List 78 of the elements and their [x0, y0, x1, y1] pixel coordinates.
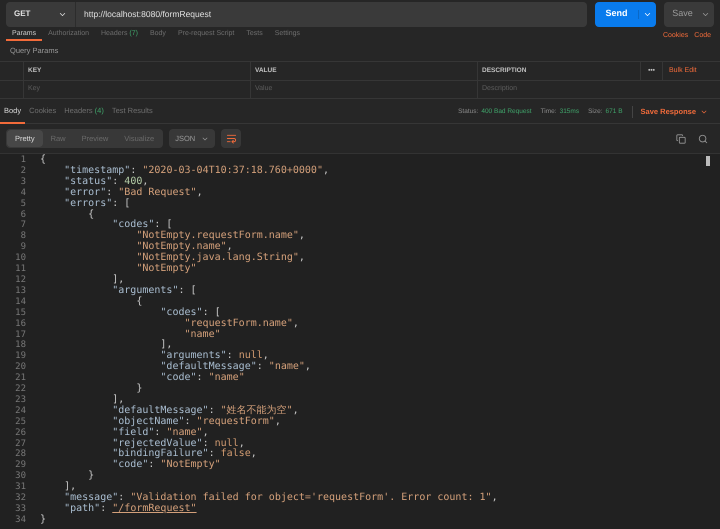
code-line: "NotEmpty"	[135, 264, 197, 275]
code-line: {	[135, 296, 142, 308]
line-number: 20	[14, 362, 27, 373]
code-line: "NotEmpty.requestForm.name",	[135, 231, 305, 242]
code-line: {	[87, 210, 94, 220]
line-number: 34	[14, 514, 27, 526]
wrap-icon	[226, 133, 237, 144]
code-line: "errors": [	[63, 198, 130, 209]
line-number: 13	[14, 286, 27, 297]
code-line: "status": 400,	[63, 176, 148, 187]
line-number: 2	[20, 166, 27, 177]
line-number: 32	[14, 493, 27, 504]
line-number: 19	[14, 351, 27, 362]
code-line: "objectName": "requestForm",	[111, 416, 281, 427]
line-number: 23	[14, 394, 27, 406]
code-line: "NotEmpty.name",	[135, 242, 233, 252]
code-line: "codes": [	[111, 220, 172, 230]
code-line: "code": "name"	[159, 373, 245, 384]
code-line: }	[87, 471, 94, 482]
line-number: 15	[14, 308, 27, 319]
line-number: 33	[14, 504, 27, 515]
line-number: 1	[20, 155, 27, 166]
line-number: 29	[14, 460, 27, 471]
code-line: "timestamp": "2020-03-04T10:37:18.760+0000",	[63, 166, 330, 176]
code-line: "name"	[183, 330, 221, 340]
line-number: 4	[20, 188, 27, 199]
url-field[interactable]: http://localhost:8080/formRequest	[76, 2, 587, 26]
code-line: ],	[159, 340, 172, 350]
code-line: "code": "NotEmpty"	[111, 460, 221, 472]
line-number: 31	[14, 482, 27, 493]
code-line: }	[39, 514, 46, 526]
line-number: 22	[14, 384, 27, 395]
line-number: 9	[20, 242, 27, 253]
code-line: "bindingFailure": false,	[111, 449, 257, 460]
save-button[interactable]: Save	[664, 2, 714, 26]
code-line: "message": "Validation failed for object='requestForm'. Error count: 1",	[63, 493, 498, 504]
line-number: 16	[14, 318, 27, 330]
line-number: 14	[14, 296, 27, 308]
code-line: ],	[63, 482, 76, 492]
caret-icon	[700, 108, 708, 116]
code-line: ],	[111, 274, 124, 286]
scrollbar-thumb	[706, 156, 710, 166]
code-line: "arguments": null,	[159, 351, 269, 362]
code-line: "defaultMessage": "name",	[159, 362, 311, 372]
line-number: 6	[20, 210, 27, 220]
line-number: 26	[14, 428, 27, 439]
line-number: 5	[20, 198, 27, 210]
code-line: "arguments": [	[111, 286, 197, 296]
line-number: 24	[14, 406, 27, 417]
code-line: "error": "Bad Request",	[63, 188, 203, 198]
line-number: 8	[20, 231, 27, 242]
code-line: "codes": [	[159, 308, 221, 318]
code-line: "NotEmpty.java.lang.String",	[135, 253, 305, 264]
code-line: }	[135, 384, 142, 395]
line-number: 28	[14, 449, 27, 460]
line-number: 11	[14, 264, 27, 275]
line-number: 30	[14, 471, 27, 482]
send-button[interactable]: Send	[595, 2, 656, 26]
line-number: 10	[14, 253, 27, 264]
code-line: {	[39, 155, 46, 166]
line-number: 17	[14, 330, 27, 340]
line-number: 25	[14, 416, 27, 428]
code-line: "rejectedValue": null,	[111, 438, 245, 449]
code-line: "field": "name",	[111, 428, 209, 438]
code-line: "requestForm.name",	[183, 318, 299, 329]
code-line: "path": "/formRequest"	[63, 504, 197, 515]
line-number: 27	[14, 438, 27, 449]
code-line: ],	[111, 394, 124, 405]
line-number: 7	[20, 220, 27, 231]
wrap-button[interactable]	[221, 129, 242, 148]
copy-icon[interactable]	[676, 134, 686, 144]
search-icon[interactable]	[698, 134, 708, 144]
method-dropdown[interactable]: GET	[6, 2, 76, 26]
line-number: 12	[14, 274, 27, 286]
line-number: 21	[14, 373, 27, 384]
line-number: 18	[14, 340, 27, 351]
code-line: "defaultMessage": "姓名不能为空",	[111, 406, 299, 416]
line-number: 3	[20, 176, 27, 188]
